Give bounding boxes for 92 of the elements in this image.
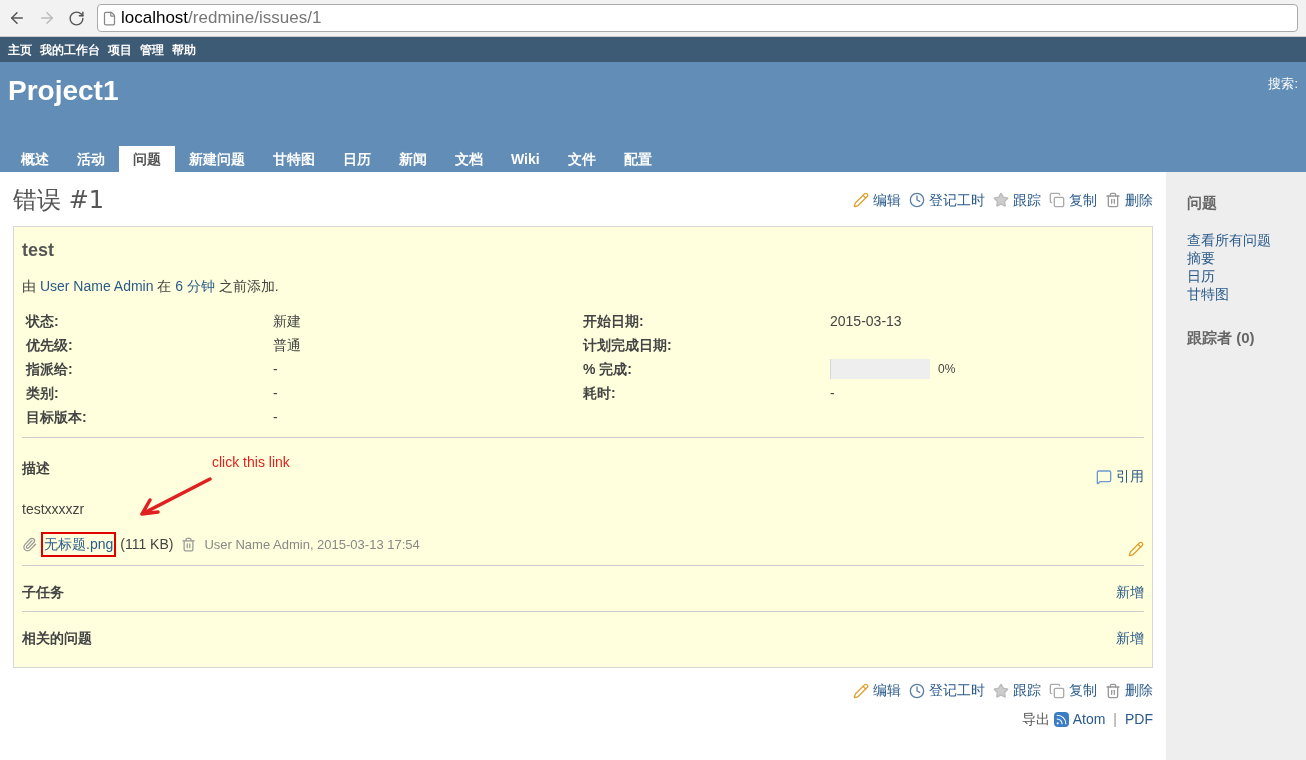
pencil-icon[interactable] <box>1128 540 1144 557</box>
project-title: Project1 <box>8 74 119 108</box>
issue-heading: 错误 #1 <box>13 185 104 216</box>
pencil-icon <box>853 682 869 699</box>
copy-icon <box>1049 192 1065 208</box>
section-heading: 相关的问题 <box>22 629 92 648</box>
nav-tab[interactable]: 文件 <box>553 146 610 172</box>
nav-tab[interactable]: 活动 <box>63 146 119 172</box>
star-icon <box>993 192 1009 208</box>
trash-icon <box>1105 682 1121 699</box>
trash-icon <box>1105 192 1121 208</box>
attachment-meta: User Name Admin, 2015-03-13 17:54 <box>204 535 420 554</box>
nav-tab[interactable]: 文档 <box>441 146 497 172</box>
age-link[interactable]: 6 分钟 <box>175 278 215 294</box>
attribute-value: - <box>273 383 278 403</box>
section-heading: 子任务 <box>22 583 64 602</box>
back-icon[interactable] <box>8 9 26 27</box>
action-link[interactable]: 登记工时 <box>929 680 985 701</box>
attachment-link[interactable]: 无标题.png <box>41 532 117 557</box>
author-link[interactable]: User Name Admin <box>39 278 154 294</box>
sidebar-heading: 跟踪者 (0) <box>1187 327 1256 348</box>
clock-icon <box>909 682 925 699</box>
nav-tab[interactable]: 概述 <box>7 146 63 172</box>
attribute-value: - <box>273 407 278 427</box>
copy-icon <box>1049 682 1065 699</box>
trash-icon[interactable] <box>181 537 197 552</box>
nav-tab[interactable]: 甘特图 <box>259 146 329 172</box>
sidebar-heading: 问题 <box>1187 193 1218 213</box>
search-label: 搜索: <box>1268 75 1298 93</box>
attribute-label: 优先级: <box>26 335 74 355</box>
attribute-label: % 完成: <box>583 359 633 379</box>
attribute-value: - <box>273 359 278 379</box>
attribute-value: 2015-03-13 <box>830 311 902 331</box>
top-menu-link[interactable]: 帮助 <box>172 40 196 59</box>
quote-link[interactable]: 引用 <box>1116 466 1144 487</box>
export-link[interactable]: PDF <box>1125 709 1153 730</box>
author-line: 由 User Name Admin 在 6 分钟 之前添加. <box>22 277 280 296</box>
rss-icon <box>1053 712 1069 727</box>
nav-tab[interactable]: 新建问题 <box>175 146 259 172</box>
action-link[interactable]: 登记工时 <box>929 189 985 211</box>
attribute-label: 目标版本: <box>26 407 88 427</box>
nav-tab[interactable]: 日历 <box>329 146 385 172</box>
page-icon <box>102 10 117 26</box>
top-menu-link[interactable]: 项目 <box>108 40 132 59</box>
top-menu-link[interactable]: 主页 <box>8 40 32 59</box>
top-menu-link[interactable]: 管理 <box>140 40 164 59</box>
nav-tab[interactable]: 配置 <box>609 146 666 172</box>
attribute-value: - <box>830 383 835 403</box>
pencil-icon <box>853 192 869 208</box>
paperclip-icon <box>22 537 37 552</box>
attribute-label: 计划完成日期: <box>583 335 673 355</box>
sidebar-link[interactable]: 摘要 <box>1187 248 1285 267</box>
action-link[interactable]: 编辑 <box>873 189 901 211</box>
speech-bubble-icon <box>1096 468 1112 485</box>
description-text: testxxxxzr <box>22 500 86 519</box>
attribute-label: 类别: <box>26 383 60 403</box>
nav-tab[interactable]: Wiki <box>497 146 554 172</box>
attribute-value: 普通 <box>273 335 301 355</box>
add-link[interactable]: 新增 <box>1116 582 1144 603</box>
action-link[interactable]: 跟踪 <box>1013 189 1041 211</box>
annotation-text: click this link <box>212 453 290 472</box>
address-bar[interactable]: localhost/redmine/issues/1 <box>97 4 1298 32</box>
attribute-value: 新建 <box>273 311 301 331</box>
action-link[interactable]: 跟踪 <box>1013 680 1041 701</box>
star-icon <box>993 682 1009 699</box>
section-heading: 描述 <box>22 459 50 478</box>
sidebar-link[interactable]: 查看所有问题 <box>1187 230 1285 249</box>
attachment-size: (111 KB) <box>120 535 174 554</box>
attribute-label: 指派给: <box>26 359 74 379</box>
nav-tab[interactable]: 问题 <box>119 146 175 172</box>
link-separator: | <box>1112 710 1118 729</box>
export-label: 导出 <box>1021 710 1050 729</box>
nav-tab[interactable]: 新闻 <box>385 146 441 172</box>
action-link[interactable]: 复制 <box>1069 189 1097 211</box>
forward-icon[interactable] <box>38 9 56 27</box>
top-menu-link[interactable]: 我的工作台 <box>40 40 100 59</box>
action-link[interactable]: 删除 <box>1125 680 1153 701</box>
sidebar-link[interactable]: 日历 <box>1187 266 1285 285</box>
action-link[interactable]: 复制 <box>1069 680 1097 701</box>
action-link[interactable]: 删除 <box>1125 189 1153 211</box>
action-link[interactable]: 编辑 <box>873 680 901 701</box>
add-link[interactable]: 新增 <box>1116 628 1144 649</box>
attribute-label: 耗时: <box>583 383 617 403</box>
attribute-label: 开始日期: <box>583 311 645 331</box>
attribute-label: 状态: <box>26 311 60 331</box>
reload-icon[interactable] <box>68 9 85 27</box>
issue-subject: test <box>22 239 55 262</box>
export-link[interactable]: Atom <box>1072 709 1106 730</box>
sidebar-link[interactable]: 甘特图 <box>1187 284 1285 303</box>
progress-reading: 0% <box>938 361 956 378</box>
clock-icon <box>909 192 925 208</box>
url-text: localhost/redmine/issues/1 <box>121 7 322 30</box>
